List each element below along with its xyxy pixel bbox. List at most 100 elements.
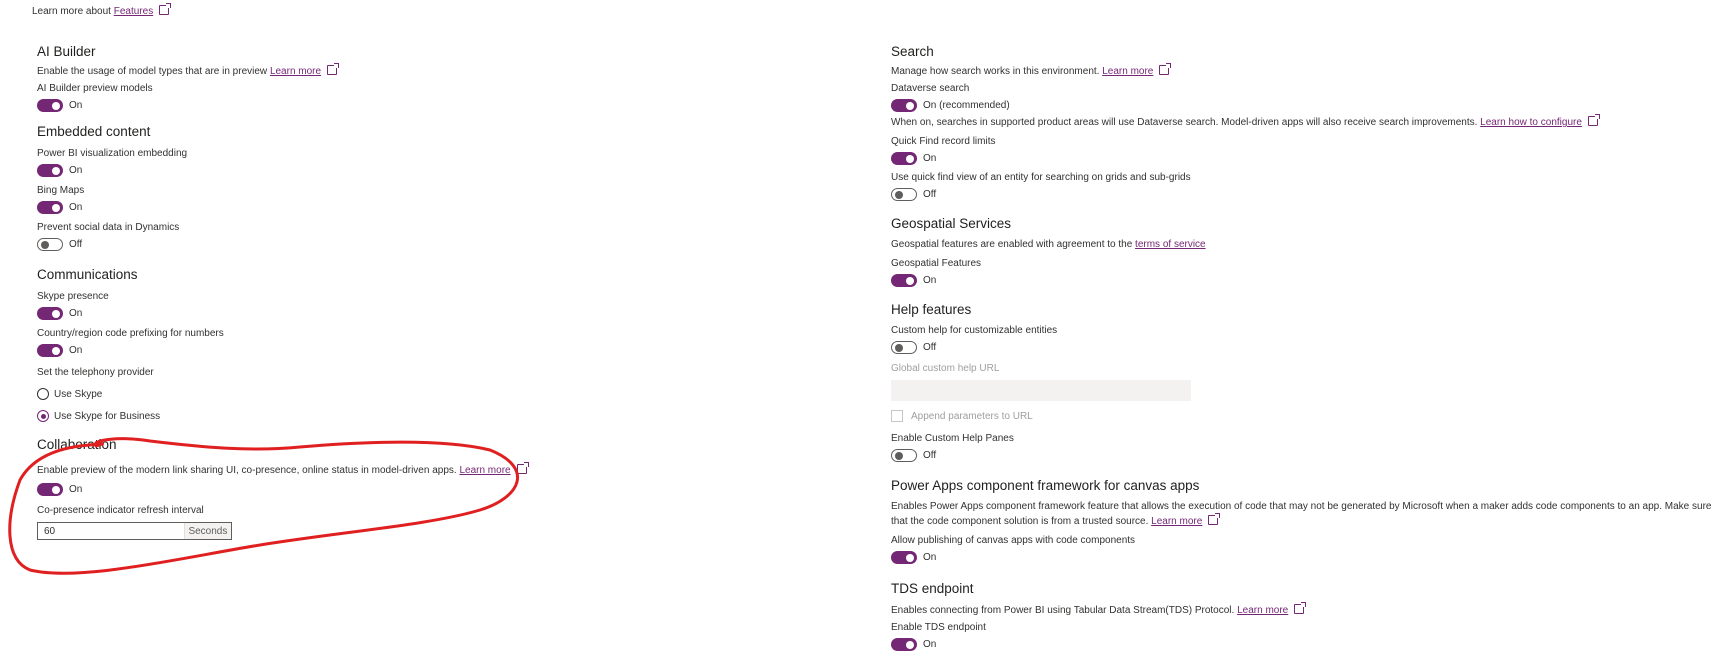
toggle-state-text: Off	[923, 450, 937, 461]
setting-label: Skype presence	[37, 291, 109, 302]
powerbi-toggle-row: On	[37, 163, 837, 178]
features-link[interactable]: Features	[114, 6, 153, 17]
collaboration-toggle-row: On	[37, 482, 837, 497]
toggle-state-text: On	[69, 202, 83, 213]
bing-toggle-row: On	[37, 200, 837, 215]
setting-label: Co-presence indicator refresh interval	[37, 505, 204, 516]
learn-more-link[interactable]: Learn more	[1237, 605, 1288, 616]
radio-button[interactable]	[37, 388, 49, 400]
setting-label: AI Builder preview models	[37, 83, 153, 94]
refresh-interval-field: Seconds	[37, 522, 232, 540]
toggle-state-text: On (recommended)	[923, 100, 1010, 111]
toggle-state-text: On	[923, 275, 937, 286]
radio-label: Use Skype for Business	[54, 410, 161, 422]
radio-option-use-skype[interactable]: Use Skype	[37, 386, 837, 402]
custom-help-toggle[interactable]	[891, 341, 917, 354]
setting-label: Prevent social data in Dynamics	[37, 222, 180, 233]
prevent-social-data-toggle[interactable]	[37, 238, 63, 251]
section-geospatial: Geospatial Services Geospatial features …	[891, 215, 1717, 288]
toggle-state-text: On	[69, 345, 83, 356]
section-pcf-canvas: Power Apps component framework for canva…	[891, 477, 1717, 565]
section-tds-endpoint: TDS endpoint Enables connecting from Pow…	[891, 580, 1717, 652]
setting-label: Enable TDS endpoint	[891, 622, 986, 633]
pcf-toggle-row: On	[891, 550, 1717, 565]
append-parameters-checkbox-row: Append parameters to URL	[891, 410, 1717, 422]
dataverse-search-toggle[interactable]	[891, 99, 917, 112]
section-ai-builder: AI Builder Enable the usage of model typ…	[37, 43, 837, 113]
external-link-icon	[1587, 114, 1600, 126]
tds-toggle-row: On	[891, 637, 1717, 652]
toggle-knob	[52, 101, 60, 110]
quickview-toggle-row: Off	[891, 187, 1717, 202]
quick-find-view-toggle[interactable]	[891, 188, 917, 201]
geospatial-features-toggle[interactable]	[891, 274, 917, 287]
radio-button-selected[interactable]	[37, 410, 49, 422]
toggle-state-text: On	[69, 308, 83, 319]
section-search: Search Manage how search works in this e…	[891, 43, 1717, 202]
section-title: Collaboration	[37, 437, 117, 452]
toggle-knob	[895, 451, 903, 460]
powerbi-embedding-toggle[interactable]	[37, 164, 63, 177]
radio-option-skype-for-business[interactable]: Use Skype for Business	[37, 408, 837, 424]
section-title: Help features	[891, 302, 972, 317]
setting-label: Country/region code prefixing for number…	[37, 328, 224, 339]
learn-how-to-configure-link[interactable]: Learn how to configure	[1480, 117, 1582, 128]
section-description: Enable preview of the modern link sharin…	[37, 462, 837, 478]
ai-builder-preview-toggle[interactable]	[37, 99, 63, 112]
section-description: Enables connecting from Power BI using T…	[891, 602, 1717, 618]
setting-label: Quick Find record limits	[891, 136, 996, 147]
toggle-state-text: Off	[923, 189, 937, 200]
custom-help-toggle-row: Off	[891, 340, 1717, 355]
section-description: Manage how search works in this environm…	[891, 63, 1717, 79]
section-title: Search	[891, 44, 934, 59]
toggle-knob	[52, 203, 60, 212]
country-code-prefix-toggle[interactable]	[37, 344, 63, 357]
terms-of-service-link[interactable]: terms of service	[1135, 239, 1206, 250]
skype-toggle-row: On	[37, 306, 837, 321]
setting-label: Dataverse search	[891, 83, 970, 94]
toggle-state-text: On	[923, 153, 937, 164]
toggle-state-text: Off	[69, 239, 83, 250]
custom-help-panes-toggle[interactable]	[891, 449, 917, 462]
skype-presence-toggle[interactable]	[37, 307, 63, 320]
setting-label: Bing Maps	[37, 185, 85, 196]
section-description: Enable the usage of model types that are…	[37, 63, 837, 79]
setting-label: Geospatial Features	[891, 258, 982, 269]
publish-code-components-toggle[interactable]	[891, 551, 917, 564]
quick-find-limits-toggle[interactable]	[891, 152, 917, 165]
setting-label: Power BI visualization embedding	[37, 148, 188, 159]
checkbox-label: Append parameters to URL	[911, 410, 1033, 422]
section-communications: Communications Skype presence On Country…	[37, 266, 837, 424]
setting-label-disabled: Global custom help URL	[891, 363, 1000, 374]
learn-more-link[interactable]: Learn more	[1102, 66, 1153, 77]
setting-label: Custom help for customizable entities	[891, 325, 1058, 336]
learn-more-link[interactable]: Learn more	[459, 465, 510, 476]
ai-builder-preview-toggle-row: On	[37, 98, 837, 113]
tds-endpoint-toggle[interactable]	[891, 638, 917, 651]
setting-label: Set the telephony provider	[37, 367, 154, 378]
setting-label: Enable Custom Help Panes	[891, 433, 1014, 444]
help-panes-toggle-row: Off	[891, 448, 1717, 463]
country-toggle-row: On	[37, 343, 837, 358]
radio-label: Use Skype	[54, 388, 103, 400]
section-title: Communications	[37, 267, 138, 282]
learn-more-link[interactable]: Learn more	[1151, 516, 1202, 527]
toggle-knob	[895, 190, 903, 199]
learn-more-link[interactable]: Learn more	[270, 66, 321, 77]
toggle-state-text: On	[923, 552, 937, 563]
social-toggle-row: Off	[37, 237, 837, 252]
global-help-url-input	[891, 380, 1191, 401]
section-help-features: Help features Custom help for customizab…	[891, 301, 1717, 463]
setting-label: Use quick find view of an entity for sea…	[891, 172, 1191, 183]
toggle-knob	[52, 346, 60, 355]
geo-toggle-row: On	[891, 273, 1717, 288]
collaboration-preview-toggle[interactable]	[37, 483, 63, 496]
external-link-icon	[1208, 513, 1221, 525]
bing-maps-toggle[interactable]	[37, 201, 63, 214]
dataverse-toggle-row: On (recommended)	[891, 98, 1717, 113]
external-link-icon	[1159, 63, 1172, 75]
toggle-state-text: On	[69, 165, 83, 176]
append-parameters-checkbox	[891, 410, 903, 422]
refresh-interval-input[interactable]	[38, 523, 184, 539]
section-description: Geospatial features are enabled with agr…	[891, 239, 1206, 250]
